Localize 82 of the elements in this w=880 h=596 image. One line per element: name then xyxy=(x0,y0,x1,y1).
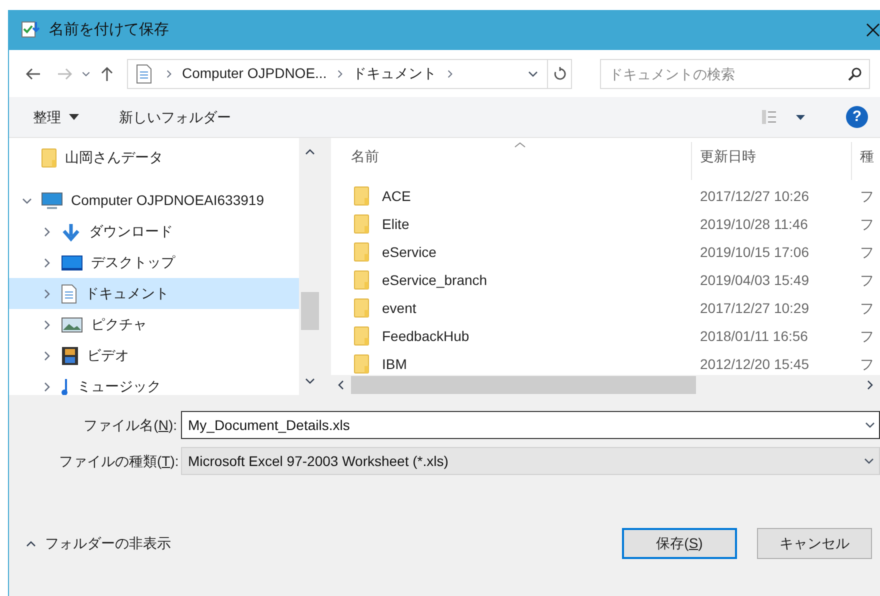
table-cell-text: フ xyxy=(859,186,875,206)
folder-icon xyxy=(353,242,370,262)
file-row[interactable]: Elite 2019/10/28 11:46 フ xyxy=(331,210,880,238)
scrollbar-thumb[interactable] xyxy=(351,376,696,394)
nav-item[interactable]: ビデオ xyxy=(9,340,299,371)
file-row[interactable]: IBM 2012/12/20 15:45 フ xyxy=(331,350,880,375)
music-note-icon xyxy=(61,378,69,395)
refresh-icon xyxy=(552,66,566,80)
up-arrow-icon[interactable] xyxy=(99,66,115,82)
modified-date: 2017/12/27 10:26 xyxy=(699,186,810,206)
modified-date: 2019/04/03 15:49 xyxy=(699,270,810,290)
file-type-dropdown[interactable]: Microsoft Excel 97-2003 Worksheet (*.xls) xyxy=(181,447,880,475)
file-row[interactable]: FeedbackHub 2018/01/11 16:56 フ xyxy=(331,322,880,350)
down-arrow-icon xyxy=(61,222,81,242)
picture-icon xyxy=(61,316,83,332)
file-name: eService_branch xyxy=(382,270,488,290)
modified-date: 2019/10/28 11:46 xyxy=(699,214,809,234)
modified-date: 2019/10/15 17:06 xyxy=(699,242,810,262)
file-name: eService xyxy=(382,242,436,262)
view-options-icon[interactable] xyxy=(762,110,806,124)
close-icon[interactable] xyxy=(866,23,880,37)
table-cell-text: フ xyxy=(859,270,875,290)
folder-icon xyxy=(353,214,370,234)
document-icon xyxy=(136,64,152,84)
organize-button[interactable]: 整理 xyxy=(33,106,79,128)
folder-icon xyxy=(353,298,370,318)
search-icon xyxy=(848,66,862,80)
column-header[interactable]: 名前 xyxy=(331,142,692,180)
search-field[interactable]: ドキュメントの検索 xyxy=(600,58,870,88)
column-header[interactable]: 種 xyxy=(852,142,876,180)
file-name: FeedbackHub xyxy=(382,326,470,346)
file-name: event xyxy=(382,298,416,318)
file-row[interactable]: eService_branch 2019/04/03 15:49 フ xyxy=(331,266,880,294)
table-cell-text: フ xyxy=(859,214,875,234)
table-cell-text: フ xyxy=(859,298,875,318)
column-header[interactable]: 更新日時 xyxy=(692,142,852,180)
breadcrumb[interactable]: Computer OJPDNOE... xyxy=(178,63,331,84)
folder-icon xyxy=(353,270,370,290)
new-folder-button[interactable]: 新しいフォルダー xyxy=(119,106,231,128)
modified-date: 2012/12/20 15:45 xyxy=(699,354,810,374)
nav-item[interactable]: Computer OJPDNOEAI633919 xyxy=(9,185,299,216)
monitor-icon xyxy=(41,192,63,210)
modified-date: 2018/01/11 16:56 xyxy=(699,326,809,346)
cancel-button[interactable]: キャンセル xyxy=(757,528,872,559)
nav-item[interactable]: デスクトップ xyxy=(9,247,299,278)
breadcrumb[interactable]: ドキュメント xyxy=(348,63,441,84)
address-bar[interactable]: Computer OJPDNOE... ドキュメント xyxy=(127,58,572,88)
folder-icon xyxy=(353,326,370,346)
table-cell-text: フ xyxy=(859,242,875,262)
folder-icon xyxy=(353,186,370,206)
file-name: Elite xyxy=(382,214,410,234)
table-cell-text: フ xyxy=(859,326,875,346)
nav-item[interactable]: ミュージック xyxy=(9,371,299,395)
caret-icon xyxy=(69,114,79,120)
scrollbar-thumb[interactable] xyxy=(301,292,319,330)
save-button[interactable]: 保存(S) xyxy=(622,528,737,559)
nav-item[interactable]: ピクチャ xyxy=(9,309,299,340)
file-row[interactable]: ACE 2017/12/27 10:26 フ xyxy=(331,182,880,210)
nav-item[interactable]: ダウンロード xyxy=(9,216,299,247)
folder-icon xyxy=(353,354,370,374)
sort-caret-icon xyxy=(514,142,526,148)
hide-folders-button[interactable]: フォルダーの非表示 xyxy=(45,533,171,554)
modified-date: 2017/12/27 10:29 xyxy=(699,298,810,318)
field-label: ファイル名(N): xyxy=(82,416,177,435)
folder-icon xyxy=(41,148,57,168)
back-arrow-icon[interactable] xyxy=(25,66,41,82)
file-name: ACE xyxy=(382,186,411,206)
nav-item[interactable]: ドキュメント xyxy=(9,278,299,309)
breadcrumb-chevron-icon xyxy=(164,68,174,78)
save-document-icon xyxy=(21,20,41,40)
desktop-icon xyxy=(61,254,83,270)
file-row[interactable]: event 2017/12/27 10:29 フ xyxy=(331,294,880,322)
nav-item[interactable]: 山岡さんデータ xyxy=(9,142,299,173)
document-icon xyxy=(61,284,77,304)
field-label: ファイルの種類(T): xyxy=(59,452,177,471)
file-name: IBM xyxy=(382,354,407,374)
file-row[interactable]: eService 2019/10/15 17:06 フ xyxy=(331,238,880,266)
film-icon xyxy=(61,346,79,366)
window-title: 名前を付けて保存 xyxy=(49,20,169,40)
file-name-field[interactable]: My_Document_Details.xls xyxy=(181,411,880,439)
help-button[interactable]: ? xyxy=(846,106,868,128)
table-cell-text: フ xyxy=(859,354,875,374)
